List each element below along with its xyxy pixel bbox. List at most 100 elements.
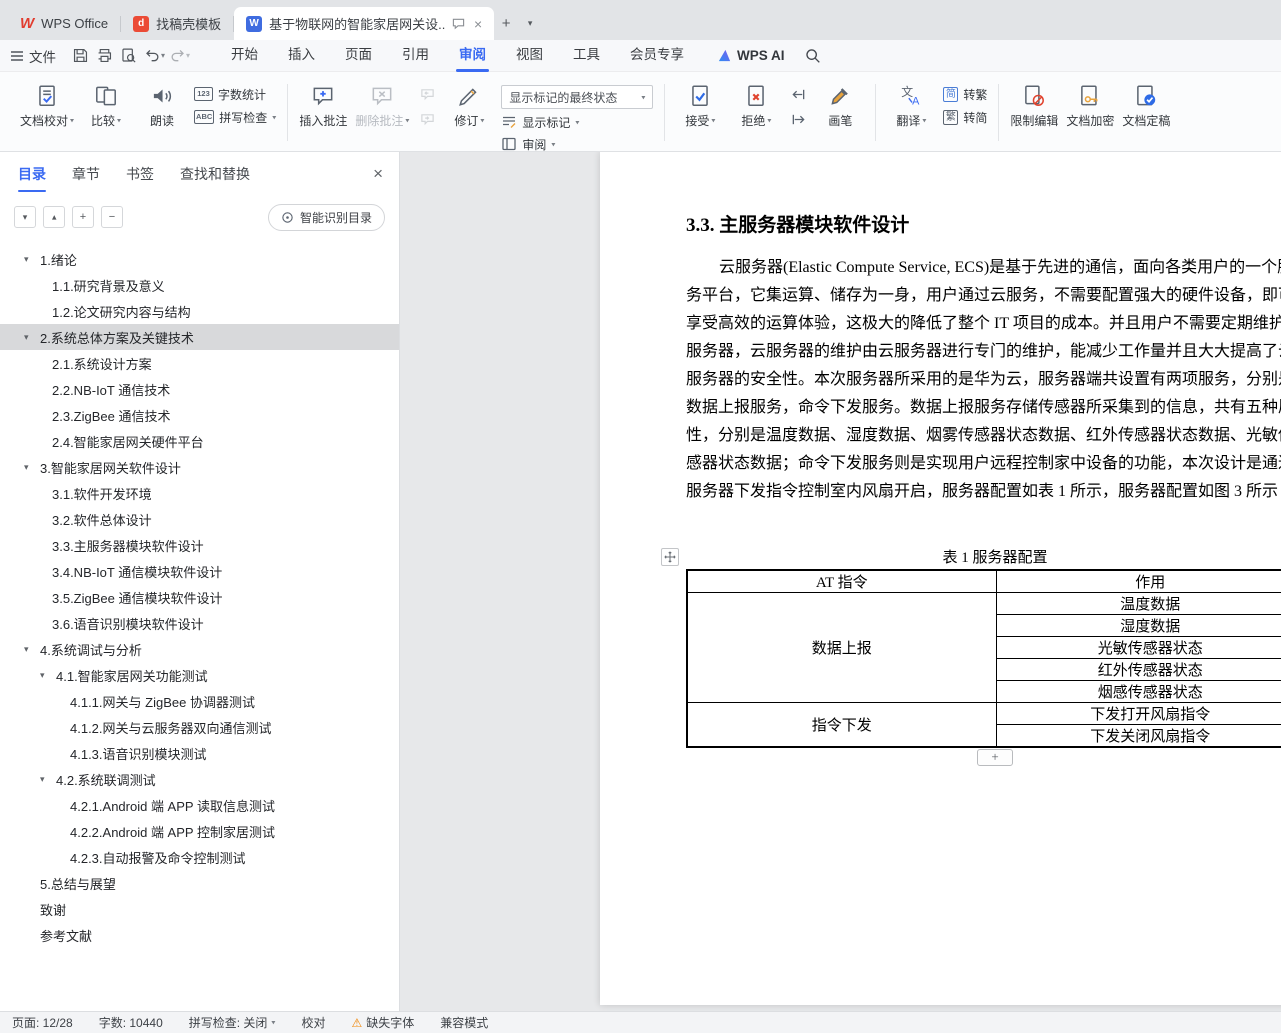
toc-item[interactable]: 3.3.主服务器模块软件设计 [0,532,399,558]
compare-button[interactable]: 比较 ▾ [78,78,134,129]
toc-item[interactable]: 4.2.3.自动报警及命令控制测试 [0,844,399,870]
expand-all-button[interactable]: ▾ [43,206,65,228]
word-count-button[interactable]: 123 字数统计 [194,85,276,103]
close-sidebar-icon[interactable]: × [373,164,383,184]
doc-tab-chat-icon[interactable] [452,17,465,30]
table-cell[interactable]: 数据上报 [686,592,997,703]
sidebar-tab-find-replace[interactable]: 查找和替换 [180,164,250,184]
increase-level-button[interactable]: + [72,206,94,228]
document-page[interactable]: 3.3. 主服务器模块软件设计 云服务器(Elastic Compute Ser… [600,152,1281,1005]
paragraph-line[interactable]: 数据上报服务，命令下发服务。数据上报服务存储传感器所采集到的信息，共有五种属 [686,394,1281,422]
table-cell[interactable]: 湿度数据 [995,614,1281,637]
print-button[interactable] [92,45,116,67]
decrease-level-button[interactable]: − [101,206,123,228]
paragraph-line[interactable]: 服务器下发指令控制室内风扇开启，服务器配置如表 1 所示，服务器配置如图 3 所… [686,478,1281,506]
toc-item[interactable]: 4.1.1.网关与 ZigBee 协调器测试 [0,688,399,714]
add-table-row-button[interactable]: + [977,749,1013,766]
review-pane-button[interactable]: 审阅 ▾ [501,135,653,153]
toc-item[interactable]: 4.2.1.Android 端 APP 读取信息测试 [0,792,399,818]
markup-state-select[interactable]: 显示标记的最终状态 ▾ [501,85,654,109]
table-cell[interactable]: 烟感传感器状态 [995,680,1281,703]
toc-expand-icon[interactable]: ▾ [24,254,40,265]
table-cell[interactable]: 红外传感器状态 [995,658,1281,681]
table-cell[interactable]: AT 指令 [686,569,997,593]
toc-item[interactable]: 3.2.软件总体设计 [0,506,399,532]
insert-comment-button[interactable]: 插入批注 [295,78,351,129]
sidebar-tab-toc[interactable]: 目录 [18,164,46,192]
next-comment-button[interactable] [417,110,437,128]
tab-reference[interactable]: 引用 [387,40,444,72]
tab-insert[interactable]: 插入 [273,40,330,72]
table-cell[interactable]: 指令下发 [686,702,997,748]
section-heading[interactable]: 3.3. 主服务器模块软件设计 [686,210,909,237]
paragraph-line[interactable]: 云服务器(Elastic Compute Service, ECS)是基于先进的… [686,254,1281,282]
sidebar-tab-bookmarks[interactable]: 书签 [126,164,154,184]
spellcheck-indicator[interactable]: 拼写检查: 关闭 ▾ [189,1014,276,1031]
previous-change-button[interactable] [788,85,808,103]
toc-item[interactable]: 4.2.2.Android 端 APP 控制家居测试 [0,818,399,844]
compat-mode-indicator[interactable]: 兼容模式 [440,1014,488,1031]
tab-page[interactable]: 页面 [330,40,387,72]
toc-item[interactable]: ▾ 4.系统调试与分析 [0,636,399,662]
next-change-button[interactable] [788,110,808,128]
finalize-button[interactable]: 文档定稿 [1118,78,1174,129]
toc-expand-icon[interactable]: ▾ [40,774,56,785]
toc-item[interactable]: 4.1.2.网关与云服务器双向通信测试 [0,714,399,740]
spell-check-button[interactable]: ABC 拼写检查 ▾ [194,108,276,126]
table-cell[interactable]: 温度数据 [995,592,1281,615]
tab-current-document[interactable]: W 基于物联网的智能家居网关设... × [234,7,495,40]
wps-ai-button[interactable]: WPS AI [717,48,785,63]
read-aloud-button[interactable]: 朗读 [134,78,190,129]
page-indicator[interactable]: 页面: 12/28 [12,1014,73,1031]
toc-item[interactable]: 2.3.ZigBee 通信技术 [0,402,399,428]
toc-item[interactable]: 3.1.软件开发环境 [0,480,399,506]
toc-item[interactable]: ▾ 4.1.智能家居网关功能测试 [0,662,399,688]
toc-item[interactable]: 2.1.系统设计方案 [0,350,399,376]
table-caption[interactable]: 表 1 服务器配置 [686,546,1281,567]
encrypt-button[interactable]: 文档加密 [1062,78,1118,129]
reject-button[interactable]: 拒绝 ▾ [728,78,784,129]
toc-item[interactable]: 4.1.3.语音识别模块测试 [0,740,399,766]
toc-expand-icon[interactable]: ▾ [24,332,40,343]
proofread-indicator[interactable]: 校对 [301,1014,325,1031]
toc-item[interactable]: ▾ 4.2.系统联调测试 [0,766,399,792]
smart-toc-button[interactable]: 智能识别目录 [267,203,385,231]
missing-font-indicator[interactable]: ⚠ 缺失字体 [351,1014,414,1031]
toc-item[interactable]: 致谢 [0,896,399,922]
toc-item[interactable]: 2.2.NB-IoT 通信技术 [0,376,399,402]
collapse-all-button[interactable]: ▾ [14,206,36,228]
toc-item[interactable]: ▾ 1.绪论 [0,246,399,272]
tab-membership[interactable]: 会员专享 [615,40,699,72]
toc-expand-icon[interactable]: ▾ [24,462,40,473]
restrict-edit-button[interactable]: 限制编辑 [1006,78,1062,129]
toc-item[interactable]: 1.2.论文研究内容与结构 [0,298,399,324]
toc-item[interactable]: 参考文献 [0,922,399,948]
toc-expand-icon[interactable]: ▾ [40,670,56,681]
pen-button[interactable]: 画笔 [812,78,868,129]
print-preview-button[interactable] [116,45,140,67]
save-button[interactable] [68,45,92,67]
redo-chevron-icon[interactable]: ▾ [186,51,190,60]
table-cell[interactable]: 作用 [995,569,1281,593]
toc-item[interactable]: 3.5.ZigBee 通信模块软件设计 [0,584,399,610]
toc-item[interactable]: 5.总结与展望 [0,870,399,896]
table-cell[interactable]: 下发打开风扇指令 [995,702,1281,725]
tab-home[interactable]: 开始 [216,40,273,72]
toc-expand-icon[interactable]: ▾ [24,644,40,655]
table-cell[interactable]: 光敏传感器状态 [995,636,1281,659]
to-traditional-button[interactable]: 简 转繁 [943,85,987,103]
delete-comment-button[interactable]: 删除批注 ▾ [351,78,413,129]
close-tab-icon[interactable]: × [474,16,482,32]
paragraph-line[interactable]: 服务器的安全性。本次服务器所采用的是华为云，服务器端共设置有两项服务，分别是 [686,366,1281,394]
toc-item[interactable]: 3.4.NB-IoT 通信模块软件设计 [0,558,399,584]
to-simplified-button[interactable]: 繁 转简 [943,108,987,126]
search-icon[interactable] [801,45,825,67]
tab-review[interactable]: 审阅 [444,40,501,72]
show-markup-button[interactable]: 显示标记 ▾ [501,113,653,131]
sidebar-tab-chapters[interactable]: 章节 [72,164,100,184]
paragraph-line[interactable]: 服务器，云服务器的维护由云服务器进行专门的维护，能减少工作量并且大大提高了云 [686,338,1281,366]
tab-docer-template[interactable]: d 找稿壳模板 [121,7,233,40]
paragraph-line[interactable]: 享受高效的运算体验，这极大的降低了整个 IT 项目的成本。并且用户不需要定期维护 [686,310,1281,338]
tab-wps-home[interactable]: W WPS Office [8,7,120,40]
toc-item[interactable]: 3.6.语音识别模块软件设计 [0,610,399,636]
